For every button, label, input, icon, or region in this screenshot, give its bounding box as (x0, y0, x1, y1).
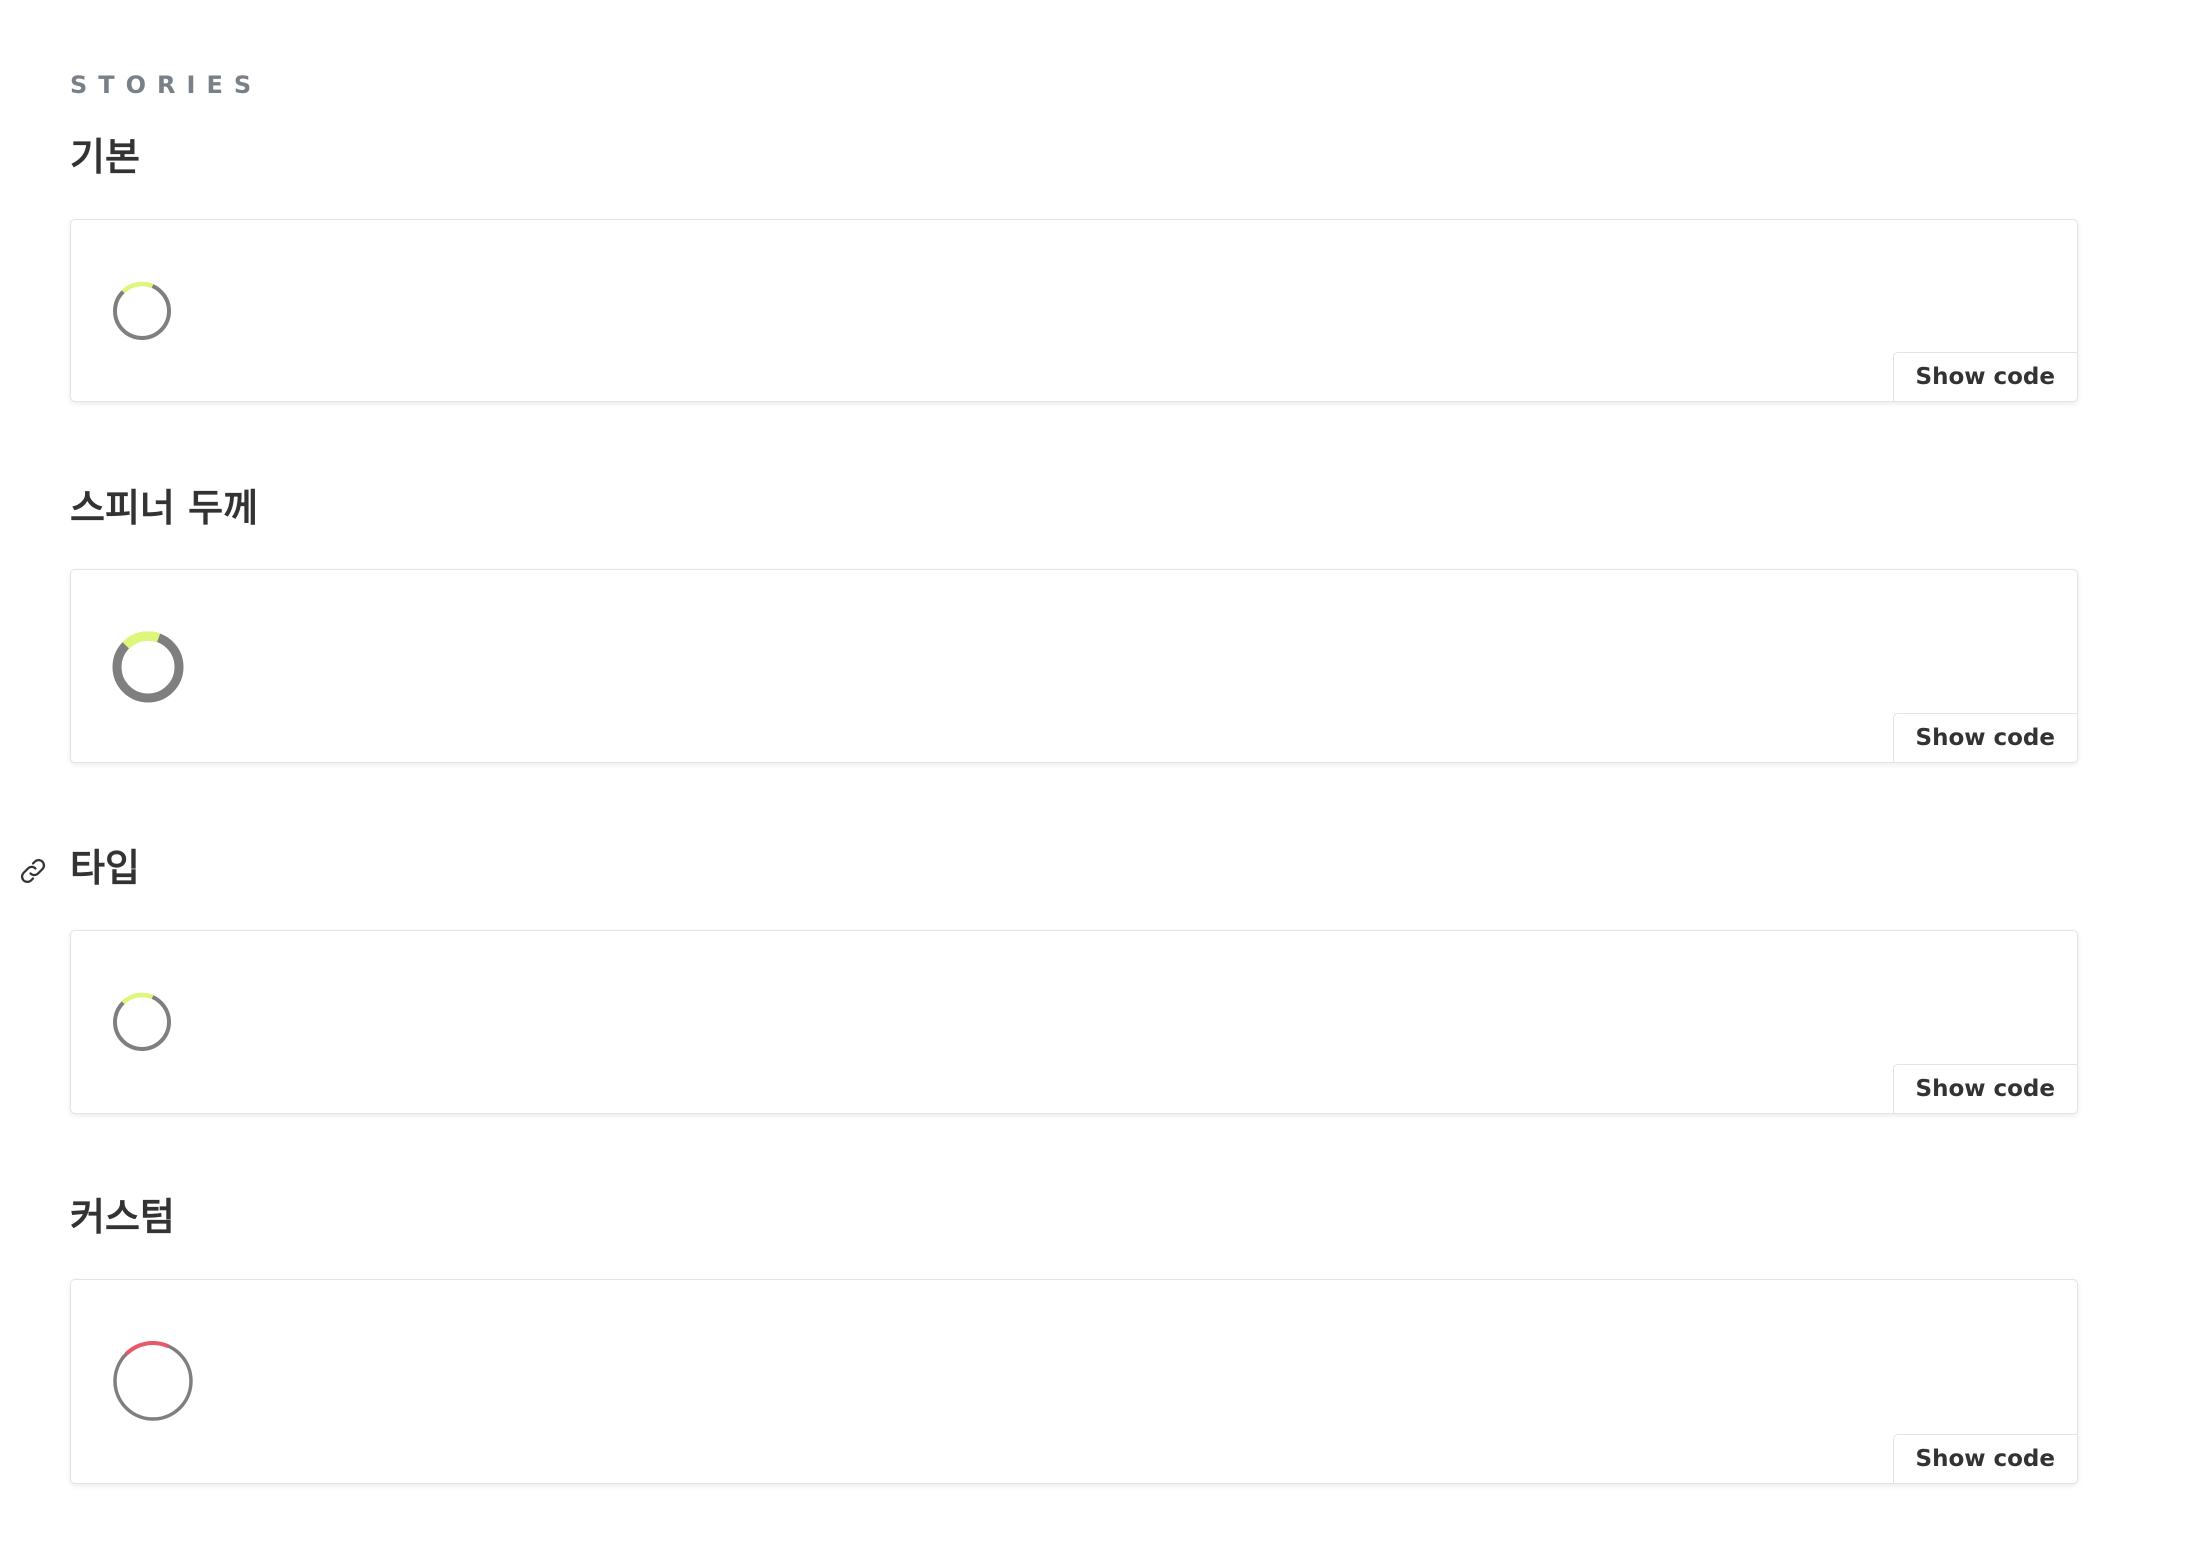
story-preview: Show code (70, 569, 2078, 763)
link-icon[interactable] (18, 856, 48, 886)
story-title: 기본 (70, 135, 140, 179)
story-preview: Show code (70, 1279, 2078, 1484)
spinner-icon (113, 992, 171, 1051)
show-code-button[interactable]: Show code (1892, 713, 2077, 762)
show-code-button[interactable]: Show code (1892, 1434, 2077, 1483)
custom-spinner-icon (113, 1341, 193, 1421)
show-code-button[interactable]: Show code (1892, 1064, 2077, 1113)
story-title: 타입 (70, 846, 140, 890)
spinner-icon (113, 281, 171, 340)
stories-section-label: STORIES (70, 71, 263, 99)
thick-spinner-icon (112, 631, 184, 703)
show-code-button[interactable]: Show code (1892, 352, 2077, 401)
story-preview: Show code (70, 930, 2078, 1114)
story-title: 커스텀 (70, 1195, 175, 1239)
story-preview: Show code (70, 219, 2078, 402)
story-title: 스피너 두께 (70, 486, 259, 530)
